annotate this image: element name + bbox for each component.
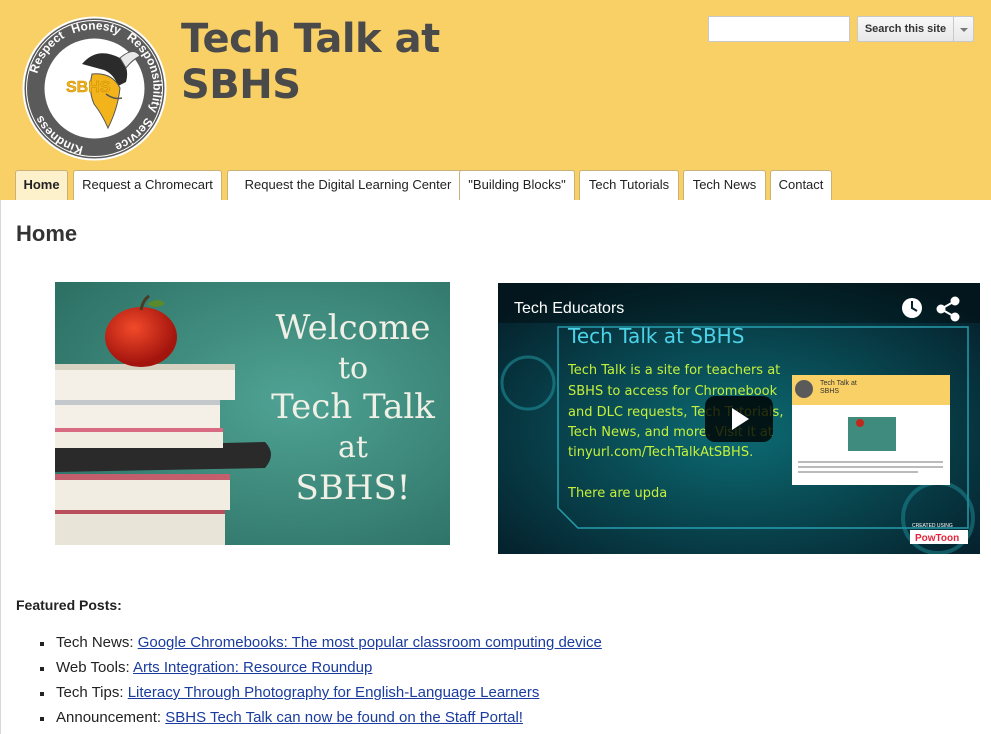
tab-request-dlc[interactable]: Request the Digital Learning Center — [227, 170, 469, 200]
thumb-title: Tech Talk at — [820, 380, 857, 387]
list-item: Web Tools: Arts Integration: Resource Ro… — [40, 658, 602, 683]
watch-later-icon[interactable] — [902, 298, 922, 318]
logo-sbhs-text: SBHS — [66, 79, 111, 96]
post-link[interactable]: Google Chromebooks: The most popular cla… — [138, 634, 602, 651]
site-thumbnail: Tech Talk at SBHS — [792, 375, 950, 485]
post-link[interactable]: Literacy Through Photography for English… — [128, 684, 540, 701]
school-logo[interactable]: Respect Honesty Responsibility Service K… — [22, 16, 167, 161]
welcome-line-3: Tech Talk — [271, 387, 435, 427]
welcome-line-2: to — [338, 351, 368, 386]
video-body-line-5: tinyurl.com/TechTalkAtSBHS. — [568, 445, 753, 460]
post-link[interactable]: SBHS Tech Talk can now be found on the S… — [165, 709, 523, 726]
search-options-dropdown[interactable] — [953, 16, 974, 42]
welcome-line-4: at — [338, 430, 368, 465]
post-category: Web Tools: — [56, 659, 130, 676]
welcome-line-1: Welcome — [275, 308, 430, 348]
list-item: Tech News: Google Chromebooks: The most … — [40, 633, 602, 658]
welcome-line-5: SBHS! — [296, 468, 411, 508]
tab-building-blocks[interactable]: "Building Blocks" — [459, 170, 575, 200]
play-button[interactable] — [705, 396, 773, 442]
featured-posts-list: Tech News: Google Chromebooks: The most … — [40, 633, 602, 733]
welcome-image: Welcome to Tech Talk at SBHS! — [55, 282, 450, 545]
post-category: Tech News: — [56, 634, 134, 651]
video-body-line-1: Tech Talk is a site for teachers at — [567, 363, 780, 378]
tab-request-chromecart[interactable]: Request a Chromecart — [73, 170, 222, 200]
bullet-icon — [40, 692, 44, 696]
chevron-down-icon — [960, 28, 968, 32]
bullet-icon — [40, 642, 44, 646]
tab-home[interactable]: Home — [15, 170, 68, 200]
video-footer-line: There are upda — [567, 486, 667, 501]
list-item: Announcement: SBHS Tech Talk can now be … — [40, 708, 602, 733]
powtoon-small-label: CREATED USING — [912, 523, 953, 529]
post-link[interactable]: Arts Integration: Resource Roundup — [133, 659, 372, 676]
search-button[interactable]: Search this site — [857, 16, 953, 42]
video-channel-name: Tech Educators — [514, 300, 624, 317]
post-category: Tech Tips: — [56, 684, 124, 701]
video-frame[interactable]: Tech Educators Tech Talk at SBHS Tech Ta… — [498, 283, 980, 554]
site-title-line2[interactable]: SBHS — [181, 62, 440, 108]
site-title[interactable]: Tech Talk at SBHS — [181, 16, 440, 108]
list-item: Tech Tips: Literacy Through Photography … — [40, 683, 602, 708]
video-heading: Tech Talk at SBHS — [567, 324, 744, 348]
powtoon-label: PowToon — [915, 533, 959, 544]
post-category: Announcement: — [56, 709, 162, 726]
tab-tech-news[interactable]: Tech News — [683, 170, 766, 200]
search-input[interactable] — [708, 16, 850, 42]
tab-tech-tutorials[interactable]: Tech Tutorials — [579, 170, 679, 200]
tab-contact[interactable]: Contact — [770, 170, 832, 200]
page-title: Home — [16, 221, 78, 246]
bullet-icon — [40, 717, 44, 721]
featured-posts-heading: Featured Posts: — [16, 597, 122, 613]
thumb-subtitle: SBHS — [820, 388, 839, 395]
bullet-icon — [40, 667, 44, 671]
video-embed[interactable]: Tech Educators Tech Talk at SBHS Tech Ta… — [498, 283, 980, 554]
site-header: Respect Honesty Responsibility Service K… — [0, 0, 991, 200]
site-title-line1[interactable]: Tech Talk at — [181, 16, 440, 62]
